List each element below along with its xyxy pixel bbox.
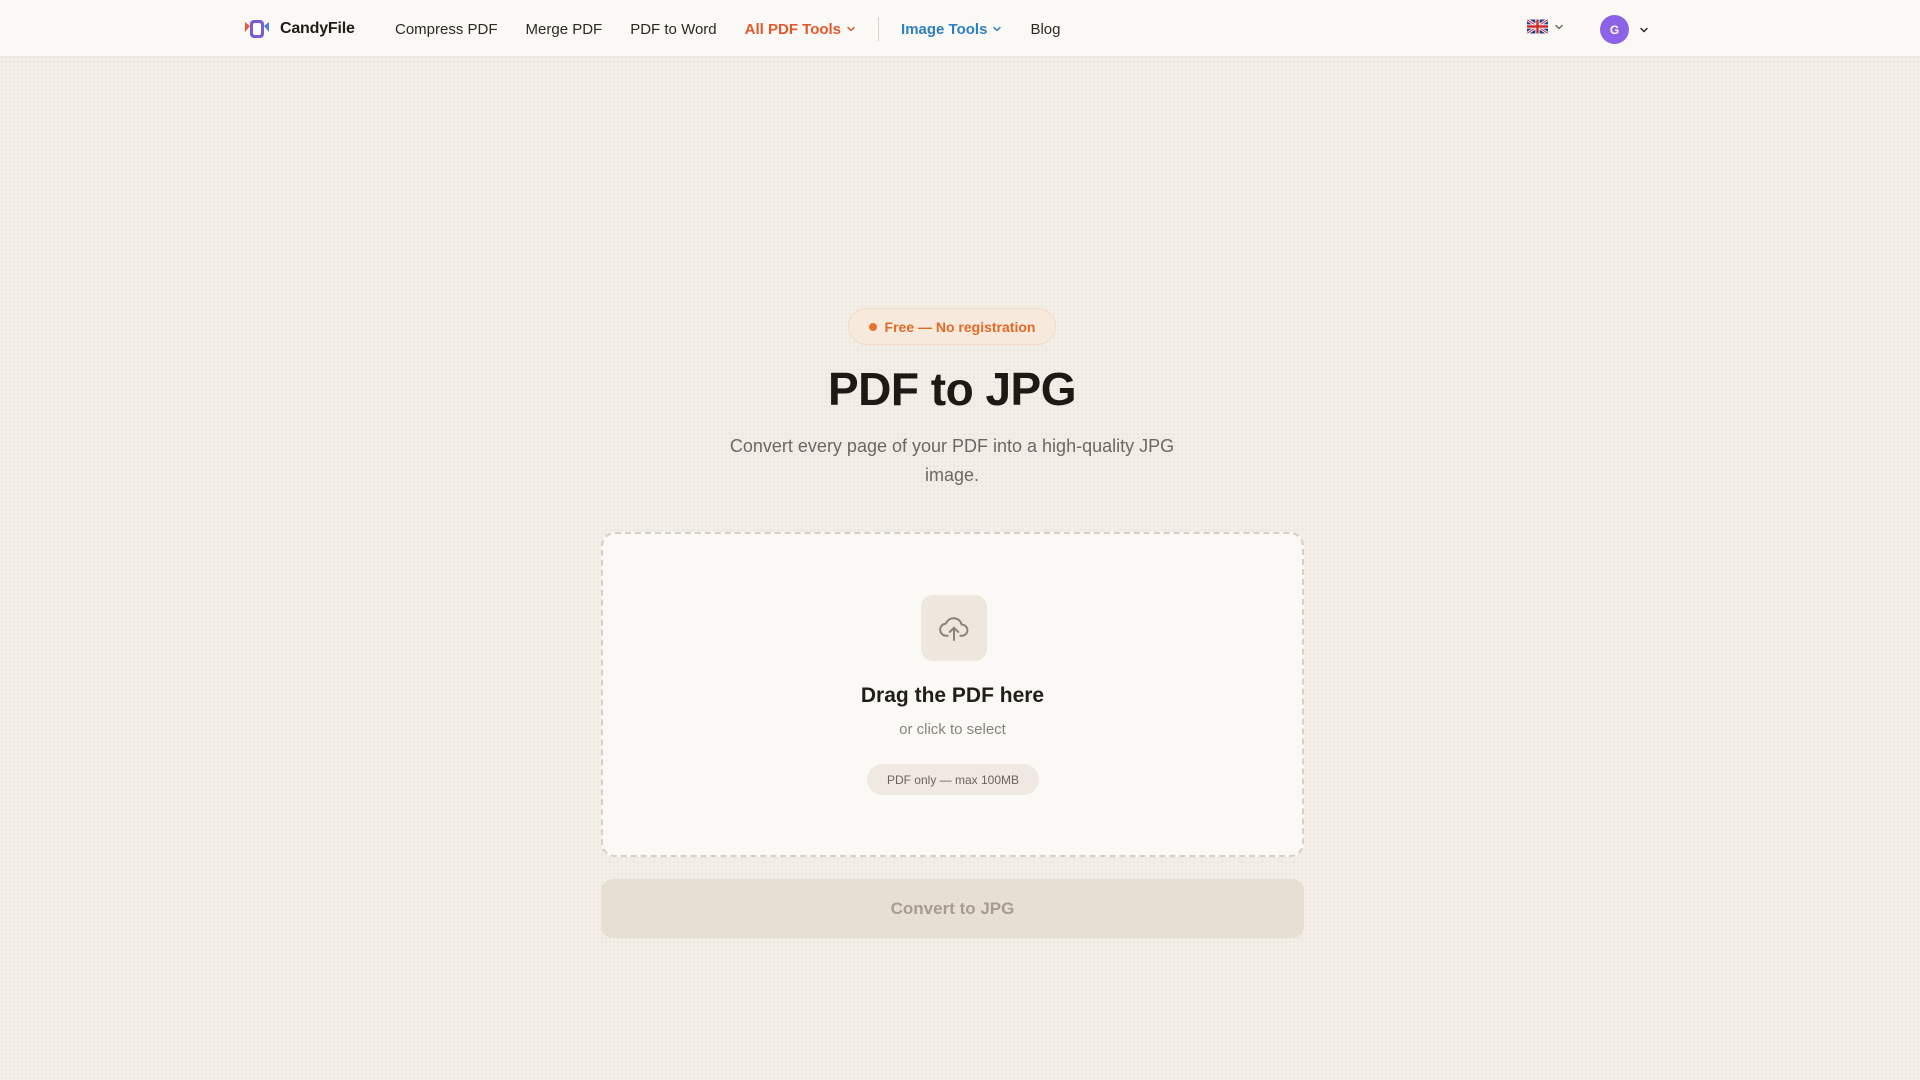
nav-blog[interactable]: Blog bbox=[1030, 21, 1060, 38]
nav-merge-pdf-label: Merge PDF bbox=[525, 20, 603, 38]
brand-home-link[interactable]: CandyFile bbox=[243, 16, 355, 42]
nav-image-tools-dropdown[interactable]: Image Tools bbox=[901, 21, 1002, 38]
pdf-dropzone[interactable]: Drag the PDF here or click to select PDF… bbox=[601, 532, 1304, 857]
file-limit-badge: PDF only — max 100MB bbox=[867, 764, 1039, 795]
language-selector[interactable] bbox=[1527, 19, 1564, 34]
user-avatar: G bbox=[1600, 15, 1629, 44]
candy-logo-icon bbox=[245, 20, 269, 38]
chevron-down-icon bbox=[847, 26, 855, 32]
uk-flag-icon bbox=[1527, 19, 1548, 34]
dropzone-subtitle: or click to select bbox=[899, 721, 1006, 738]
free-badge: Free — No registration bbox=[848, 308, 1056, 345]
page-title: PDF to JPG bbox=[827, 363, 1077, 415]
convert-to-jpg-button[interactable]: Convert to JPG bbox=[601, 879, 1304, 938]
nav-merge-pdf[interactable]: Merge PDF bbox=[526, 21, 603, 38]
cloud-upload-icon bbox=[939, 617, 969, 642]
chevron-down-icon bbox=[1640, 27, 1648, 32]
nav-divider bbox=[878, 17, 880, 41]
page-subtitle: Convert every page of your PDF into a hi… bbox=[729, 436, 1175, 485]
nav-image-tools-label: Image Tools bbox=[901, 20, 988, 38]
upload-icon-box bbox=[921, 595, 987, 661]
brand-name: CandyFile bbox=[280, 20, 355, 37]
nav-all-pdf-tools-label: All PDF Tools bbox=[744, 20, 842, 38]
nav-compress-pdf-label: Compress PDF bbox=[395, 20, 498, 38]
main-nav: Compress PDF Merge PDF PDF to Word All P… bbox=[395, 17, 1088, 41]
chevron-down-icon bbox=[1555, 24, 1563, 29]
top-navigation-bar: CandyFile Compress PDF Merge PDF PDF to … bbox=[0, 0, 1920, 57]
user-initial: G bbox=[1609, 22, 1620, 37]
status-dot-icon bbox=[868, 322, 877, 331]
nav-blog-label: Blog bbox=[1030, 20, 1061, 38]
user-menu[interactable]: G bbox=[1600, 15, 1649, 44]
nav-all-pdf-tools-dropdown[interactable]: All PDF Tools bbox=[745, 21, 856, 38]
nav-pdf-to-word-label: PDF to Word bbox=[630, 20, 717, 38]
chevron-down-icon bbox=[993, 26, 1002, 32]
dropzone-title: Drag the PDF here bbox=[860, 684, 1045, 707]
nav-pdf-to-word[interactable]: PDF to Word bbox=[630, 21, 716, 38]
nav-compress-pdf[interactable]: Compress PDF bbox=[395, 21, 498, 38]
free-badge-label: Free — No registration bbox=[884, 318, 1036, 335]
